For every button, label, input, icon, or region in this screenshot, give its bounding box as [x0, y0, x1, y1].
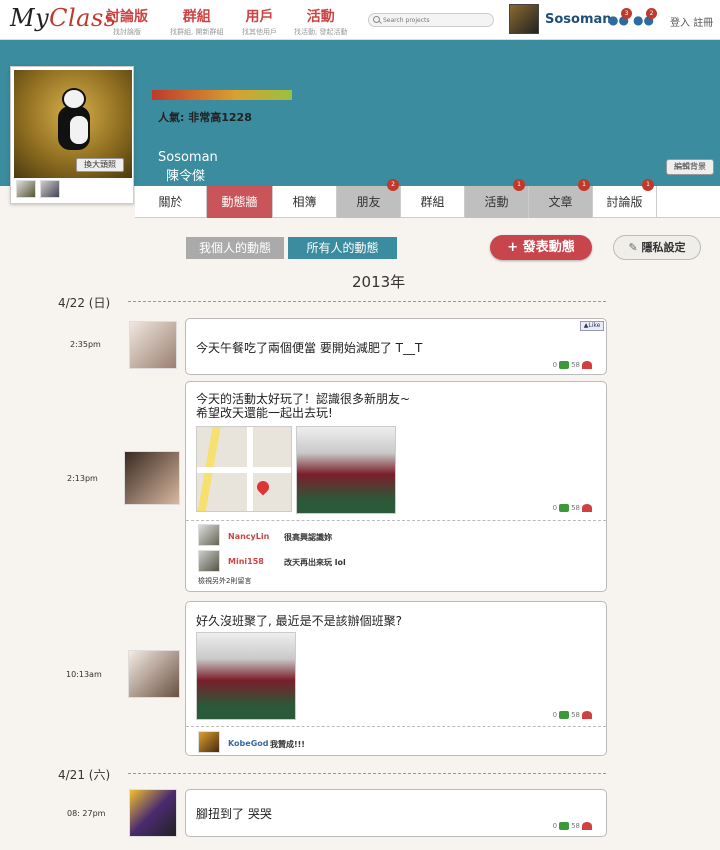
- post-stats: 0 58: [553, 822, 592, 830]
- comment-avatar[interactable]: [198, 731, 220, 753]
- tab-groups[interactable]: 群組: [401, 186, 465, 218]
- post-time: 2:13pm: [67, 474, 98, 483]
- comment-icon[interactable]: [559, 822, 570, 830]
- profile-name-zh: 陳令傑: [166, 169, 206, 184]
- post-image-map[interactable]: [196, 426, 292, 512]
- tab-badge: 1: [513, 179, 525, 191]
- post-stats: 0 58: [553, 711, 592, 719]
- post-text-line1: 今天的活動太好玩了！認識很多新朋友~: [196, 392, 411, 406]
- post-text: 腳扭到了 哭哭: [196, 807, 272, 821]
- comment-author[interactable]: Mini158: [228, 557, 264, 566]
- avatar[interactable]: [509, 4, 539, 34]
- tab-wall[interactable]: 動態牆: [207, 186, 273, 218]
- comment-text: 改天再出來玩 lol: [284, 558, 346, 567]
- date-divider: [128, 301, 606, 302]
- comment-text: 我贊成!!!: [270, 740, 305, 749]
- view-more-comments-link[interactable]: 檢視另外2則留言: [198, 576, 251, 586]
- heart-icon[interactable]: [582, 711, 592, 719]
- comment-icon[interactable]: [559, 711, 570, 719]
- panda-figure: [54, 88, 94, 158]
- post-avatar[interactable]: [129, 789, 177, 837]
- comment-row: KobeGod 我贊成!!!: [186, 726, 606, 756]
- tab-albums[interactable]: 相簿: [273, 186, 337, 218]
- filter-all-posts[interactable]: 所有人的動態: [288, 237, 397, 259]
- photo-thumb[interactable]: [40, 180, 60, 198]
- edit-background-button[interactable]: 編輯背景: [666, 159, 714, 175]
- post-stats: 0 58: [553, 361, 592, 369]
- comment-author[interactable]: NancyLin: [228, 532, 269, 541]
- post-avatar[interactable]: [124, 451, 180, 505]
- comment-avatar[interactable]: [198, 524, 220, 546]
- date-label: 4/21 (六): [58, 768, 111, 782]
- post-stats: 0 58: [553, 504, 592, 512]
- search-input[interactable]: [368, 13, 494, 27]
- new-post-button[interactable]: + 發表動態: [490, 235, 592, 260]
- register-link[interactable]: 註冊: [693, 18, 713, 29]
- popularity-bar: [152, 90, 292, 100]
- like-button[interactable]: ▲Like: [580, 321, 604, 331]
- change-photo-button[interactable]: 換大頭照: [76, 158, 124, 172]
- filter-my-posts[interactable]: 我個人的動態: [186, 237, 284, 259]
- comment-icon[interactable]: [559, 504, 570, 512]
- post-text-line2: 希望改天還能一起出去玩!: [196, 406, 333, 420]
- post-time: 10:13am: [66, 670, 102, 679]
- year-label: 2013年: [352, 273, 406, 291]
- heart-icon[interactable]: [582, 361, 592, 369]
- top-bar: MyClass 討論版 找討論版 群組 找群組, 開新群組 用戶 找其他用戶 活動 找活…: [0, 0, 720, 40]
- profile-name-en: Sosoman: [158, 150, 218, 165]
- messages-badge: 2: [646, 8, 657, 19]
- plus-icon: +: [507, 240, 523, 255]
- post-card: 好久沒班聚了, 最近是不是該辦個班聚? 0 58 KobeGod 我贊成!!!: [185, 601, 607, 756]
- pencil-icon: ✎: [628, 241, 642, 254]
- comment-row: NancyLin 很高興認識妳: [186, 520, 606, 548]
- privacy-settings-button[interactable]: ✎ 隱私設定: [613, 235, 701, 260]
- tab-badge: 1: [642, 179, 654, 191]
- comment-text: 很高興認識妳: [284, 533, 332, 542]
- logo[interactable]: MyClass: [10, 4, 117, 32]
- tab-badge: 1: [578, 179, 590, 191]
- nav-forum[interactable]: 討論版 找討論版: [106, 6, 148, 37]
- comment-icon[interactable]: [559, 361, 570, 369]
- nav-users[interactable]: 用戶 找其他用戶: [242, 6, 277, 37]
- post-card: 今天的活動太好玩了！認識很多新朋友~ 希望改天還能一起出去玩! 0 58 Nanc…: [185, 381, 607, 592]
- profile-tabs: 關於 動態牆 相簿 朋友 群組 活動 文章 討論版 2 1 1 1: [135, 179, 720, 218]
- post-time: 08: 27pm: [67, 809, 106, 818]
- post-card: ▲Like 今天午餐吃了兩個便當 要開始減肥了 T__T 0 58: [185, 318, 607, 375]
- search-icon: [373, 16, 380, 23]
- comment-author[interactable]: KobeGod: [228, 739, 269, 748]
- post-text: 今天午餐吃了兩個便當 要開始減肥了 T__T: [196, 341, 423, 355]
- tab-badge: 2: [387, 179, 399, 191]
- login-link[interactable]: 登入: [670, 18, 690, 29]
- date-divider: [128, 773, 606, 774]
- heart-icon[interactable]: [582, 504, 592, 512]
- username[interactable]: Sosoman: [545, 12, 612, 27]
- nav-events[interactable]: 活動 找活動, 發起活動: [294, 6, 347, 37]
- post-card: 腳扭到了 哭哭 0 58: [185, 789, 607, 837]
- friends-badge: 3: [621, 8, 632, 19]
- post-image-photo[interactable]: [296, 426, 396, 514]
- tab-about[interactable]: 關於: [135, 186, 207, 218]
- post-avatar[interactable]: [128, 650, 180, 698]
- popularity-label: 人氣: 非常高1228: [158, 111, 252, 124]
- heart-icon[interactable]: [582, 822, 592, 830]
- date-label: 4/22 (日): [58, 296, 111, 310]
- post-image-photo[interactable]: [196, 632, 296, 720]
- auth-links: 登入 註冊: [670, 14, 713, 29]
- post-avatar[interactable]: [129, 321, 177, 369]
- post-text: 好久沒班聚了, 最近是不是該辦個班聚?: [196, 614, 402, 628]
- comment-avatar[interactable]: [198, 550, 220, 572]
- post-time: 2:35pm: [70, 340, 101, 349]
- nav-groups[interactable]: 群組 找群組, 開新群組: [170, 6, 223, 37]
- photo-thumb[interactable]: [16, 180, 36, 198]
